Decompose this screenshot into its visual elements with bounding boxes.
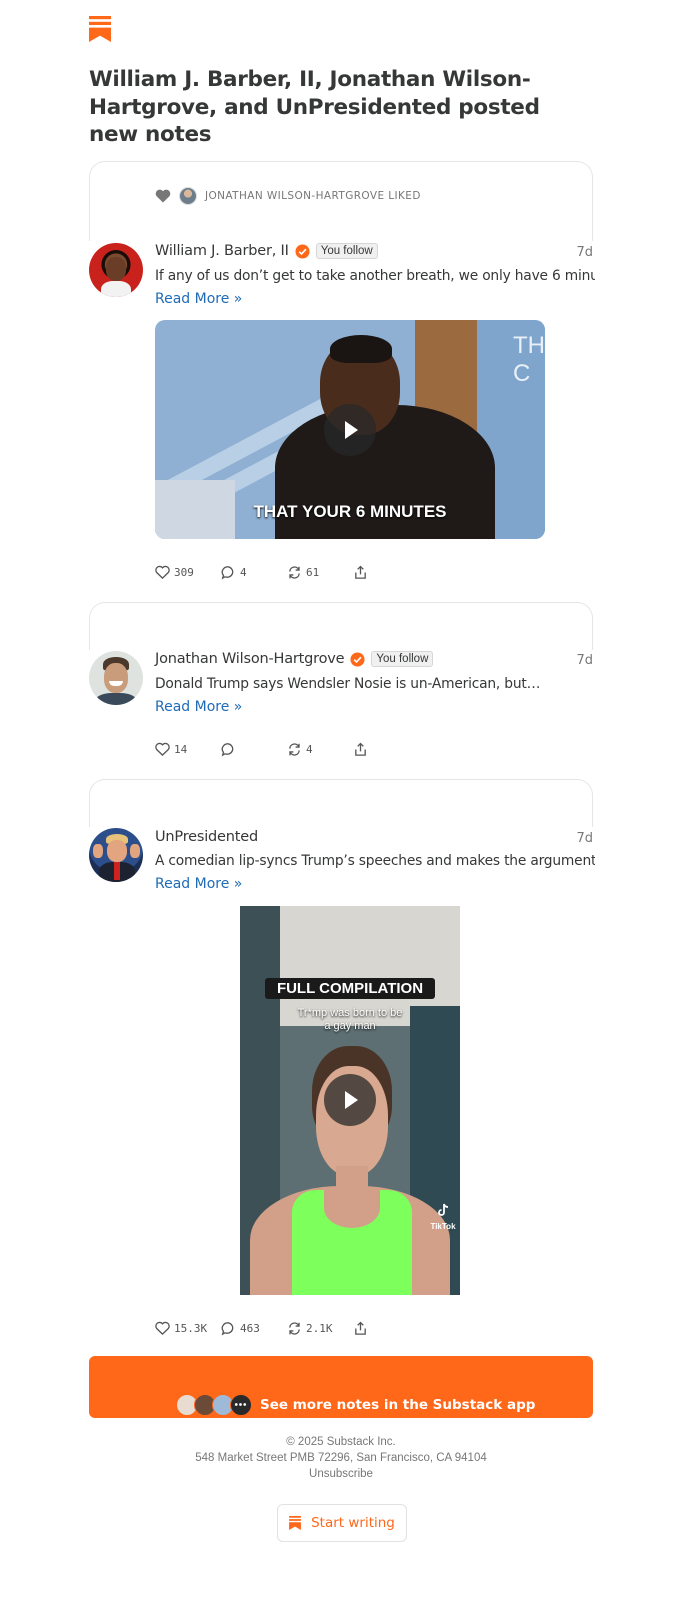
heart-filled-icon	[155, 189, 171, 203]
open-app-banner[interactable]: See more notes in the Substack app	[89, 1356, 593, 1418]
comment-icon	[221, 566, 234, 580]
like-count: 14	[174, 743, 188, 756]
comment-button[interactable]: 463	[221, 1321, 287, 1336]
read-more-link[interactable]: Read More »	[155, 291, 242, 307]
note-timestamp: 7d	[576, 245, 593, 260]
video-caption: THAT YOUR 6 MINUTES	[253, 502, 447, 521]
comment-button[interactable]	[221, 742, 287, 757]
avatar-stack	[176, 1394, 252, 1416]
footer-address: 548 Market Street PMB 72296, San Francis…	[195, 1452, 487, 1464]
video-background-text: TH C	[513, 332, 545, 387]
footer-copyright: © 2025 Substack Inc.	[286, 1436, 396, 1448]
play-button[interactable]	[324, 404, 376, 456]
like-count: 309	[174, 566, 194, 579]
heart-icon	[155, 742, 170, 757]
note-body[interactable]: If any of us don’t get to take another b…	[155, 268, 595, 284]
liker-avatar[interactable]	[179, 187, 197, 205]
author-name[interactable]: Jonathan Wilson-Hartgrove	[155, 651, 345, 667]
share-button[interactable]	[353, 1321, 419, 1336]
read-more-link[interactable]: Read More »	[155, 876, 242, 892]
substack-logo-icon	[89, 16, 111, 42]
author-row: William J. Barber, II You follow	[155, 243, 378, 259]
more-dots-icon	[230, 1394, 252, 1416]
restack-icon	[289, 566, 300, 579]
start-writing-button[interactable]: Start writing	[277, 1504, 407, 1542]
tiktok-watermark: TikTok	[428, 1202, 458, 1231]
share-icon	[355, 1321, 366, 1335]
open-app-label: See more notes in the Substack app	[260, 1397, 536, 1413]
start-writing-label: Start writing	[311, 1515, 395, 1531]
restack-button[interactable]: 2.1K	[287, 1321, 353, 1336]
note-actions: 14 4	[155, 742, 419, 757]
comment-icon	[221, 743, 234, 757]
like-button[interactable]: 14	[155, 742, 221, 757]
tiktok-icon	[438, 1203, 449, 1216]
read-more-link[interactable]: Read More »	[155, 699, 242, 715]
share-icon	[355, 565, 366, 579]
video-subtitle-line-1: Tr*mp was born to be	[297, 1007, 403, 1019]
comment-count: 463	[240, 1322, 260, 1335]
restack-icon	[289, 1322, 300, 1335]
restack-icon	[289, 743, 300, 756]
comment-button[interactable]: 4	[221, 565, 287, 580]
note-card-header	[89, 779, 593, 827]
author-name[interactable]: UnPresidented	[155, 829, 258, 845]
author-avatar[interactable]	[89, 828, 143, 882]
heart-icon	[155, 565, 170, 580]
author-avatar[interactable]	[89, 651, 143, 705]
share-button[interactable]	[353, 742, 419, 757]
video-thumbnail[interactable]: FULL COMPILATION Tr*mp was born to be a …	[240, 906, 460, 1295]
liked-by-row: JONATHAN WILSON-HARTGROVE LIKED	[155, 187, 421, 205]
follow-badge: You follow	[371, 651, 434, 667]
restack-button[interactable]: 4	[287, 742, 353, 757]
share-icon	[355, 742, 366, 756]
restack-button[interactable]: 61	[287, 565, 353, 580]
like-button[interactable]: 309	[155, 565, 221, 580]
verified-check-icon	[295, 243, 310, 259]
like-button[interactable]: 15.3K	[155, 1321, 221, 1336]
note-actions: 309 4 61	[155, 565, 419, 580]
tiktok-label: TikTok	[430, 1222, 456, 1231]
author-row: Jonathan Wilson-Hartgrove You follow	[155, 651, 434, 667]
like-count: 15.3K	[174, 1322, 208, 1335]
note-timestamp: 7d	[576, 653, 593, 668]
note-card-header	[89, 602, 593, 650]
follow-badge: You follow	[315, 243, 378, 259]
note-actions: 15.3K 463 2.1K	[155, 1321, 419, 1336]
restack-count: 4	[306, 743, 313, 756]
page-title: William J. Barber, II, Jonathan Wilson-H…	[89, 67, 540, 147]
author-name[interactable]: William J. Barber, II	[155, 243, 289, 259]
verified-check-icon	[350, 651, 365, 667]
video-title: FULL COMPILATION	[265, 978, 435, 999]
restack-count: 61	[306, 566, 320, 579]
liked-by-label: JONATHAN WILSON-HARTGROVE LIKED	[205, 190, 421, 202]
comment-count: 4	[240, 566, 247, 579]
video-subtitle-line-2: a gay man	[324, 1020, 376, 1032]
substack-logo-icon	[289, 1516, 302, 1530]
open-app-row: See more notes in the Substack app	[176, 1394, 535, 1416]
heart-icon	[155, 1321, 170, 1336]
share-button[interactable]	[353, 565, 419, 580]
author-row: UnPresidented	[155, 829, 258, 845]
note-timestamp: 7d	[576, 831, 593, 846]
unsubscribe-link[interactable]: Unsubscribe	[0, 1468, 682, 1480]
video-thumbnail[interactable]: TH C THAT YOUR 6 MINUTES	[155, 320, 545, 539]
note-body[interactable]: Donald Trump says Wendsler Nosie is un-A…	[155, 676, 595, 692]
author-avatar[interactable]	[89, 243, 143, 297]
play-button[interactable]	[324, 1074, 376, 1126]
comment-icon	[221, 1322, 234, 1336]
note-body[interactable]: A comedian lip-syncs Trump’s speeches an…	[155, 853, 595, 869]
restack-count: 2.1K	[306, 1322, 333, 1335]
